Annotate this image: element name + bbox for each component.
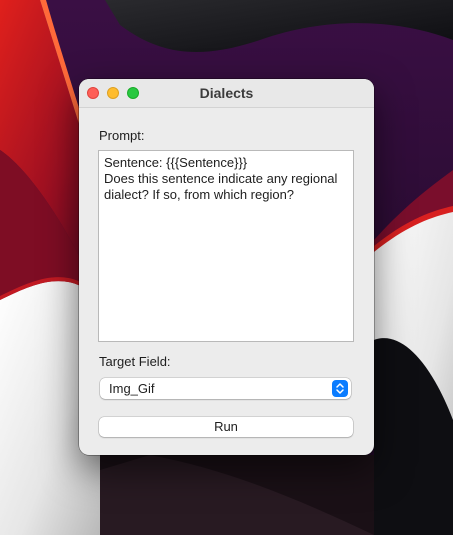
dialects-window: Dialects Prompt: Sentence: {{{Sentence}}… [79,79,374,455]
window-title: Dialects [199,85,254,101]
prompt-label: Prompt: [99,128,145,143]
target-field-selected-value: Img_Gif [109,381,155,396]
target-field-label: Target Field: [99,354,171,369]
run-button[interactable]: Run [99,417,353,437]
prompt-textarea[interactable]: Sentence: {{{Sentence}}} Does this sente… [98,150,354,342]
title-bar[interactable]: Dialects [79,79,374,108]
target-field-select[interactable]: Img_Gif [100,378,351,399]
up-down-chevron-icon[interactable] [332,380,348,397]
